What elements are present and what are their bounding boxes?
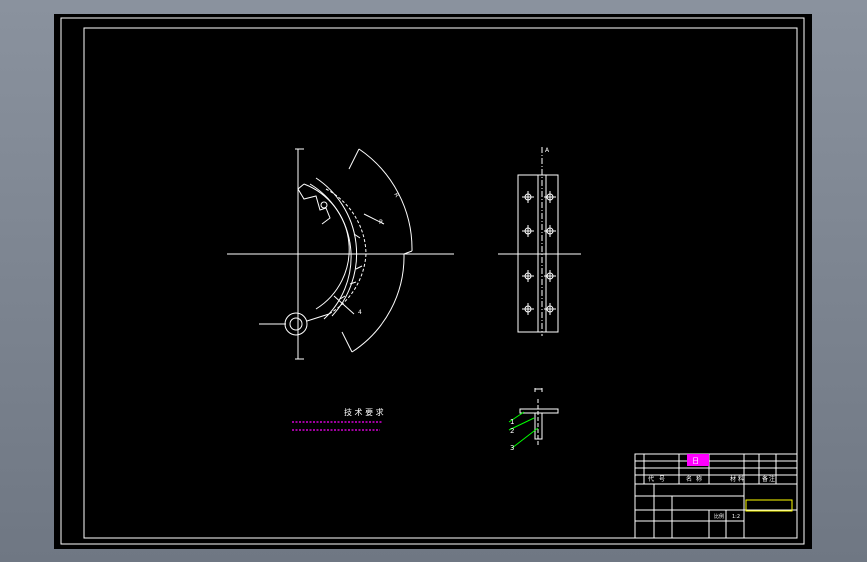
title-cell: 称: [696, 475, 702, 483]
brake-shoe-main-view: [227, 148, 454, 360]
title-cell: 号: [659, 476, 665, 483]
title-cell: 料: [738, 475, 744, 483]
cad-viewport[interactable]: R R 4 A 1 2 3 技 术 要 求 日 代 号 名 称 材 料 备 注 …: [54, 14, 812, 549]
section-mark: A: [545, 147, 550, 154]
stamp-text: 日: [692, 457, 699, 465]
brake-shoe-side-view: [498, 147, 581, 336]
cad-drawing: R R 4 A 1 2 3 技 术 要 求 日 代 号 名 称 材 料 备 注 …: [60, 17, 805, 545]
title-highlight: [745, 499, 793, 512]
part-callout: 2: [510, 427, 514, 435]
rivet-marks: [522, 191, 556, 315]
scale-label: 比例: [714, 513, 724, 520]
part-callout: 3: [510, 444, 514, 452]
part-callout: 1: [510, 418, 514, 426]
title-block: [634, 453, 798, 539]
title-cell: 注: [769, 475, 775, 483]
dim-text: R: [379, 219, 383, 226]
title-cell: 代: [648, 475, 654, 483]
title-cell: 材: [730, 475, 736, 483]
title-cell: 名: [686, 475, 692, 483]
tech-requirements-title: 技 术 要 求: [344, 407, 384, 417]
dim-text: 4: [358, 309, 362, 316]
scale-value: 1:2: [732, 514, 740, 520]
tech-requirements-notes: [292, 421, 382, 431]
title-cell: 备: [762, 475, 768, 483]
dim-text: R: [392, 192, 400, 199]
